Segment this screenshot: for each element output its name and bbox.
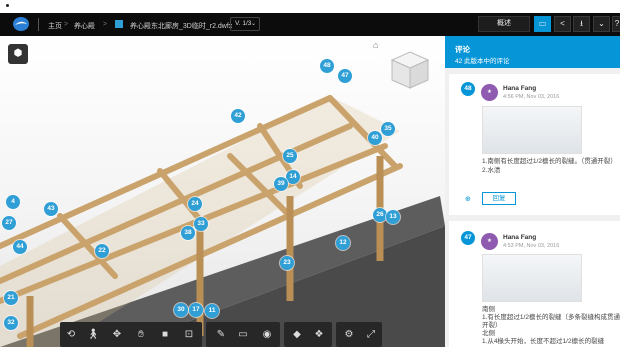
comment-pin[interactable]: 4 bbox=[6, 195, 20, 209]
comment-pin[interactable]: 43 bbox=[44, 202, 58, 216]
comment-badge: 48 bbox=[461, 82, 475, 96]
comment-date: 4:53 PM, Nov 03, 2016 bbox=[503, 243, 560, 249]
comment-pin[interactable]: 26 bbox=[373, 208, 387, 222]
orbit-icon[interactable]: ⟲ bbox=[60, 322, 82, 347]
comment-pin[interactable]: 35 bbox=[381, 122, 395, 136]
comment-pin[interactable]: 11 bbox=[205, 304, 219, 318]
comment-badge: 47 bbox=[461, 231, 475, 245]
section-icon[interactable]: ▭ bbox=[232, 322, 254, 347]
comment-pin[interactable]: 42 bbox=[231, 109, 245, 123]
comment-line: 1.有长度超过1/2檩长的裂缝（多条裂缝构成贯通 bbox=[482, 314, 620, 321]
navigation-tools: ⟲ 🚶︎ ✥ ✋︎ ■ ⊡ bbox=[60, 322, 202, 347]
camera-icon[interactable]: ■ bbox=[154, 322, 176, 347]
comment-card[interactable]: 48 ★ Hana Fang 4:56 PM, Nov 03, 2016 1.南… bbox=[449, 74, 620, 215]
top-bar: 主页 > 养心殿 > 养心殿东北廊房_3D临时_r2.dwfx V. 1/3 ⌄ … bbox=[0, 13, 620, 36]
pan-icon[interactable]: ✥ bbox=[106, 322, 128, 347]
chevron-down-icon[interactable]: ⌄ bbox=[593, 16, 610, 32]
comment-pin[interactable]: 25 bbox=[283, 149, 297, 163]
eye-icon[interactable]: ◉ bbox=[256, 322, 278, 347]
dot bbox=[6, 4, 9, 7]
comment-line: 1.从4椽头开始，长度不超过1/2檩长的裂缝 bbox=[482, 338, 605, 345]
comment-pin[interactable]: 12 bbox=[336, 236, 350, 250]
view-cube-button[interactable]: ⬢ bbox=[8, 44, 28, 64]
avatar: ★ bbox=[481, 233, 498, 250]
reply-button[interactable]: 回复 bbox=[482, 192, 516, 205]
divider bbox=[38, 18, 39, 31]
version-dropdown[interactable]: V. 1/3 ⌄ bbox=[230, 17, 260, 31]
model-viewer[interactable]: ⬢ ⌂ 48 47 42 40 35 25 14 39 24 38 33 22 … bbox=[0, 36, 445, 347]
share-icon[interactable]: < bbox=[554, 16, 571, 32]
comment-pin[interactable]: 44 bbox=[13, 240, 27, 254]
comment-pin[interactable]: 27 bbox=[2, 216, 16, 230]
comment-line: 2.水渍 bbox=[482, 167, 501, 174]
overview-button[interactable]: 概述 bbox=[478, 16, 530, 32]
markup-icon[interactable]: ✎ bbox=[210, 322, 232, 347]
chevron-down-icon: ⌄ bbox=[250, 21, 256, 27]
comment-pin[interactable]: 48 bbox=[320, 59, 334, 73]
comment-pin[interactable]: 38 bbox=[181, 226, 195, 240]
comment-pin[interactable]: 32 bbox=[4, 316, 18, 330]
panel-subtitle: 42 此版本中的评论 bbox=[455, 58, 510, 65]
comments-header: 评论 42 此版本中的评论 bbox=[445, 36, 620, 68]
settings-tools: ⚙ ⤢ bbox=[336, 322, 382, 347]
comment-author: Hana Fang bbox=[503, 234, 537, 241]
comment-pin[interactable]: 22 bbox=[95, 244, 109, 258]
viewcube[interactable] bbox=[388, 48, 432, 92]
comment-pin[interactable]: 39 bbox=[274, 177, 288, 191]
breadcrumb-file: 养心殿东北廊房_3D临时_r2.dwfx bbox=[130, 23, 233, 30]
settings-icon[interactable]: ⚙ bbox=[338, 322, 360, 347]
comments-panel: 评论 42 此版本中的评论 48 ★ Hana Fang 4:56 PM, No… bbox=[445, 36, 620, 347]
comment-pin[interactable]: 17 bbox=[189, 303, 203, 317]
download-icon[interactable]: ⭳ bbox=[573, 16, 590, 32]
app-logo-icon[interactable] bbox=[12, 16, 30, 32]
fullscreen-icon[interactable]: ⤢ bbox=[360, 322, 382, 347]
explode-icon[interactable]: ◆ bbox=[286, 322, 308, 347]
breadcrumb-project[interactable]: 养心殿 bbox=[74, 21, 95, 31]
markup-tools: ✎ ▭ ◉ bbox=[206, 322, 280, 347]
comment-pin[interactable]: 13 bbox=[386, 210, 400, 224]
comment-card[interactable]: 47 ★ Hana Fang 4:53 PM, Nov 03, 2016 南侧 … bbox=[449, 221, 620, 347]
3d-model[interactable] bbox=[0, 36, 445, 347]
reply-icon: ⊕ bbox=[465, 196, 471, 203]
comment-thumbnail[interactable] bbox=[482, 254, 582, 302]
comment-pin[interactable]: 24 bbox=[188, 197, 202, 211]
comment-date: 4:56 PM, Nov 03, 2016 bbox=[503, 94, 560, 100]
version-label: V. 1/3 bbox=[235, 20, 252, 27]
comment-author: Hana Fang bbox=[503, 85, 537, 92]
fit-icon[interactable]: ⊡ bbox=[178, 322, 200, 347]
comment-pin[interactable]: 14 bbox=[286, 170, 300, 184]
window-top-strip bbox=[0, 0, 620, 13]
comment-line: 1.南侧有长度超过1/2檩长的裂缝。（贯通开裂） bbox=[482, 158, 617, 165]
comment-thumbnail[interactable] bbox=[482, 106, 582, 154]
comment-pin[interactable]: 40 bbox=[368, 131, 382, 145]
help-icon[interactable]: ? bbox=[612, 16, 620, 32]
breadcrumb-separator: > bbox=[64, 21, 69, 28]
file-icon bbox=[115, 20, 123, 28]
avatar: ★ bbox=[481, 84, 498, 101]
walk-icon[interactable]: 🚶︎ bbox=[82, 322, 104, 347]
comment-pin[interactable]: 21 bbox=[4, 291, 18, 305]
comment-pin[interactable]: 23 bbox=[280, 256, 294, 270]
comment-pin[interactable]: 30 bbox=[174, 303, 188, 317]
breadcrumb-separator: > bbox=[103, 21, 108, 28]
hand-icon[interactable]: ✋︎ bbox=[130, 322, 152, 347]
panel-title: 评论 bbox=[455, 45, 470, 54]
comment-pin[interactable]: 47 bbox=[338, 69, 352, 83]
breadcrumb-home[interactable]: 主页 bbox=[48, 21, 62, 31]
comment-pin[interactable]: 33 bbox=[194, 217, 208, 231]
home-icon[interactable]: ⌂ bbox=[373, 40, 378, 50]
model-tools: ◆ ❖ bbox=[284, 322, 332, 347]
viewer-toolbar: ⟲ 🚶︎ ✥ ✋︎ ■ ⊡ ✎ ▭ ◉ ◆ ❖ ⚙ ⤢ bbox=[60, 322, 382, 347]
comment-icon[interactable]: ▭ bbox=[534, 16, 551, 32]
model-browser-icon[interactable]: ❖ bbox=[308, 322, 330, 347]
